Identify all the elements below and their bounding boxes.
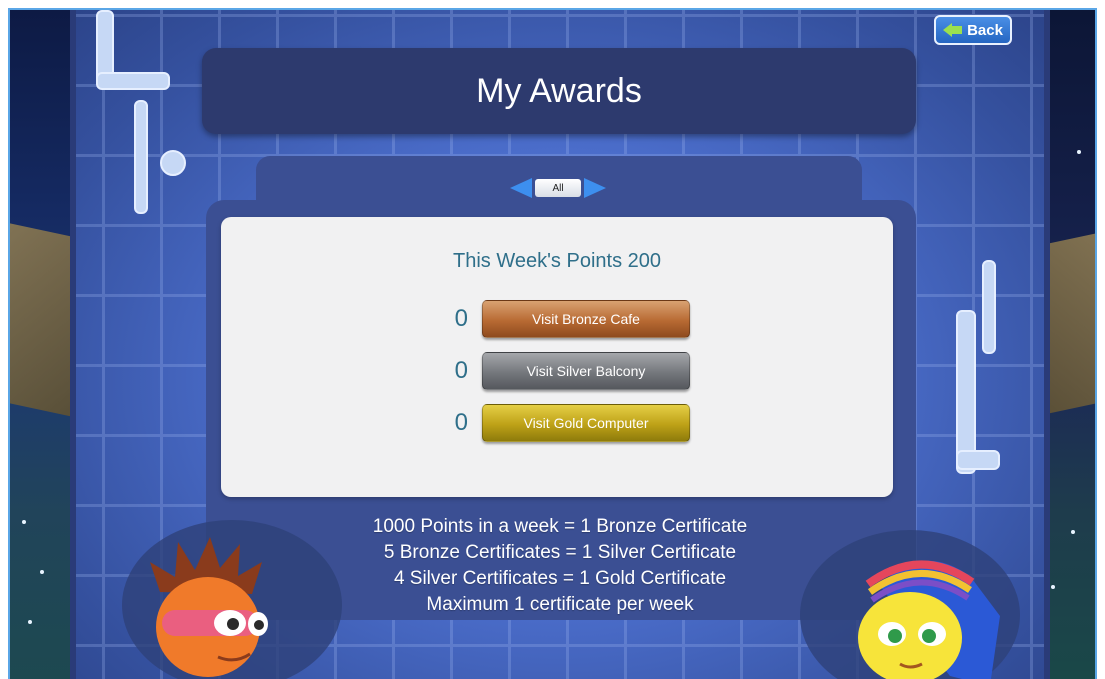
girl-character [858,560,1000,679]
filter-selector: All [510,177,606,199]
game-screen: My Awards Back All This Week's Points 20… [0,0,1105,679]
rule-line: Maximum 1 certificate per week [426,594,694,615]
filter-value: All [535,179,581,197]
gold-count: 0 [454,409,468,436]
silver-count: 0 [454,357,468,384]
award-row-silver: 0 Visit Silver Balcony [434,351,690,391]
pipe-decoration [982,260,996,354]
rule-line: 5 Bronze Certificates = 1 Silver Certifi… [383,542,737,563]
window-frame: My Awards Back All This Week's Points 20… [8,8,1097,679]
previous-filter-button[interactable] [510,178,532,198]
pipe-decoration [956,450,1000,470]
award-row-bronze: 0 Visit Bronze Cafe [434,299,690,339]
weekly-points: This Week's Points 200 [453,250,661,272]
star-decoration [22,520,26,524]
star-decoration [1077,150,1081,154]
back-button-label: Back [967,21,1003,39]
rule-line: 4 Silver Certificates = 1 Gold Certifica… [393,568,727,589]
rule-line: 1000 Points in a week = 1 Bronze Certifi… [372,516,748,537]
star-decoration [1051,585,1055,589]
boy-character [150,537,268,677]
title-banner: My Awards [202,48,916,134]
bronze-count: 0 [454,305,468,332]
page-title: My Awards [476,71,642,110]
back-button[interactable]: Back [934,15,1012,45]
star-decoration [40,570,44,574]
pipe-decoration [96,72,170,90]
left-wing-decoration [10,223,72,417]
visit-silver-balcony-button[interactable]: Visit Silver Balcony [482,352,690,390]
pipe-decoration [160,150,186,176]
visit-gold-computer-button[interactable]: Visit Gold Computer [482,404,690,442]
star-decoration [1071,530,1075,534]
award-row-gold: 0 Visit Gold Computer [434,403,690,443]
awards-card: This Week's Points 200 0 Visit Bronze Ca… [221,217,893,497]
visit-bronze-cafe-button[interactable]: Visit Bronze Cafe [482,300,690,338]
pipe-decoration [134,100,148,214]
star-decoration [28,620,32,624]
certificate-rules: 1000 Points in a week = 1 Bronze Certifi… [220,514,900,618]
arrow-left-icon [943,23,963,37]
next-filter-button[interactable] [584,178,606,198]
